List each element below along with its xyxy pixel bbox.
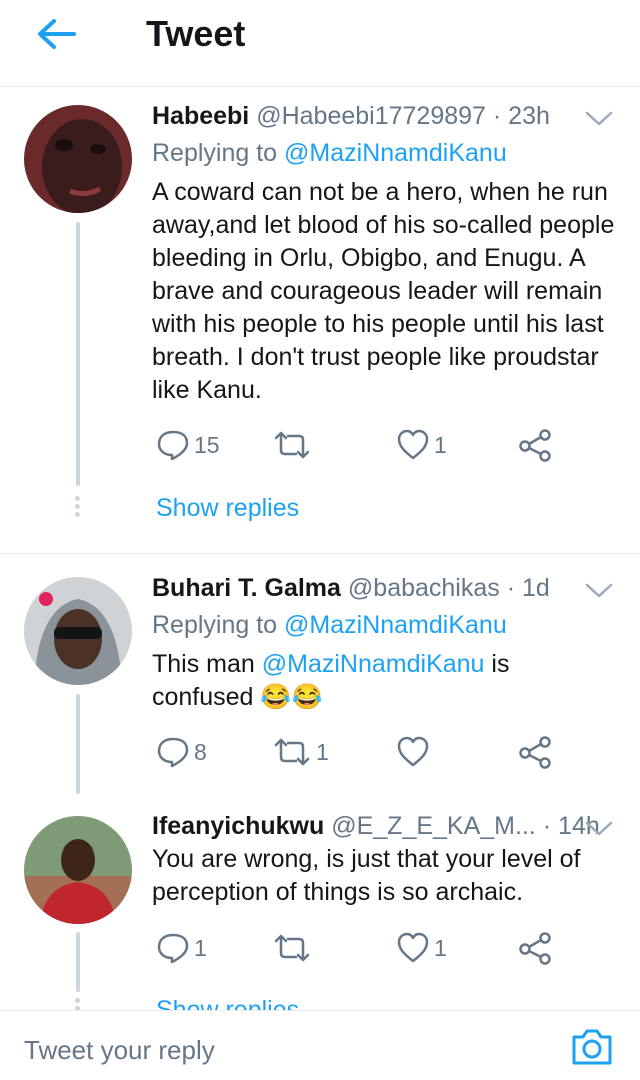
tweet-actions: 1 1: [152, 928, 592, 968]
reply-count: 15: [194, 431, 220, 458]
share-button[interactable]: [518, 425, 552, 465]
share-icon: [519, 736, 551, 769]
avatar[interactable]: [24, 577, 132, 685]
thread-line: [76, 932, 80, 992]
tweet-header: Habeebi @Habeebi17729897 · 23h: [152, 100, 550, 132]
retweet-icon: [274, 431, 310, 459]
heart-icon: [397, 736, 429, 767]
share-button[interactable]: [518, 928, 552, 968]
handle-and-time: @E_Z_E_KA_M... · 14h: [331, 812, 600, 840]
reply-icon: [157, 933, 189, 964]
share-button[interactable]: [518, 732, 552, 772]
chevron-down-icon[interactable]: [584, 108, 614, 128]
like-count: 1: [434, 431, 447, 458]
share-icon: [519, 429, 551, 462]
reply-icon: [157, 430, 189, 461]
like-count: 1: [434, 934, 447, 961]
reply-button[interactable]: 8: [156, 732, 207, 772]
thread-line: [76, 694, 80, 794]
thread-line: [76, 222, 80, 486]
mention-link[interactable]: @MaziNnamdiKanu: [284, 139, 507, 167]
heart-icon: [397, 429, 429, 460]
reply-button[interactable]: 15: [156, 425, 220, 465]
replying-to: Replying to @MaziNnamdiKanu: [152, 611, 507, 639]
display-name[interactable]: Ifeanyichukwu: [152, 812, 324, 840]
tweet-header: Ifeanyichukwu @E_Z_E_KA_M... · 14h: [152, 810, 600, 842]
avatar[interactable]: [24, 105, 132, 213]
handle-and-time: @Habeebi17729897 · 23h: [256, 102, 550, 130]
reply-count: 1: [194, 934, 207, 961]
like-button[interactable]: 1: [396, 425, 447, 465]
camera-icon[interactable]: [570, 1027, 614, 1067]
tweet-text: This man @MaziNnamdiKanu is confused 😂😂: [152, 650, 510, 711]
tweet-text: You are wrong, is just that your level o…: [152, 845, 581, 906]
tweet-actions: 15 1: [152, 425, 592, 465]
display-name[interactable]: Habeebi: [152, 102, 249, 130]
chevron-down-icon[interactable]: [584, 580, 614, 600]
handle-and-time: @babachikas · 1d: [347, 574, 550, 602]
mention-link[interactable]: @MaziNnamdiKanu: [262, 650, 485, 678]
reply-input[interactable]: Tweet your reply: [24, 1035, 215, 1066]
reply-composer[interactable]: Tweet your reply: [0, 1010, 640, 1080]
share-icon: [519, 932, 551, 965]
reply-button[interactable]: 1: [156, 928, 207, 968]
retweet-count: 1: [316, 738, 329, 765]
mention-link[interactable]: @MaziNnamdiKanu: [284, 611, 507, 639]
reply-count: 8: [194, 738, 207, 765]
retweet-button[interactable]: 1: [272, 732, 329, 772]
tweet-text: A coward can not be a hero, when he run …: [152, 178, 615, 404]
heart-icon: [397, 932, 429, 963]
thread-dots: [75, 496, 81, 520]
retweet-button[interactable]: [272, 928, 316, 968]
like-button[interactable]: [396, 732, 434, 772]
arrow-left-icon[interactable]: [34, 16, 78, 52]
retweet-button[interactable]: [272, 425, 316, 465]
divider: [0, 553, 640, 554]
retweet-icon: [274, 738, 310, 766]
chevron-down-icon[interactable]: [584, 818, 614, 838]
display-name[interactable]: Buhari T. Galma: [152, 574, 341, 602]
tweet-actions: 8 1: [152, 732, 592, 772]
tweet-header: Buhari T. Galma @babachikas · 1d: [152, 572, 550, 604]
replying-to: Replying to @MaziNnamdiKanu: [152, 139, 507, 167]
show-replies-link[interactable]: Show replies: [156, 492, 299, 524]
reply-icon: [157, 737, 189, 768]
retweet-icon: [274, 934, 310, 962]
top-bar: Tweet: [0, 0, 640, 87]
like-button[interactable]: 1: [396, 928, 447, 968]
page-title: Tweet: [146, 13, 246, 54]
avatar[interactable]: [24, 816, 132, 924]
